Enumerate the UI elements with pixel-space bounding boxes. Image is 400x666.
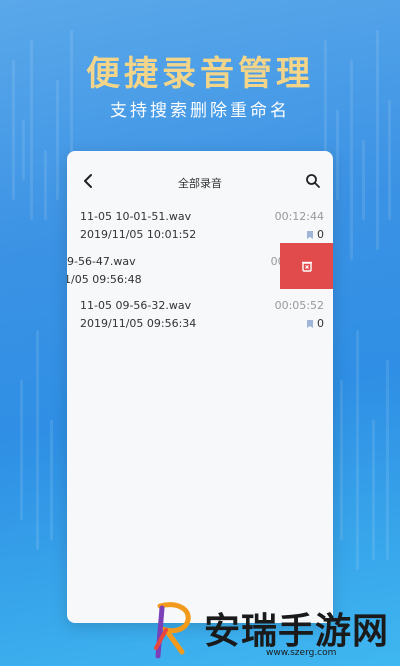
bookmark-count: 0	[317, 228, 324, 241]
watermark-url: www.szerg.com	[266, 648, 337, 658]
bookmark-count-wrap: 0	[307, 228, 324, 241]
delete-button[interactable]	[280, 243, 333, 289]
bookmark-count: 0	[317, 317, 324, 330]
recording-date: 1/05 09:56:48	[67, 273, 142, 286]
watermark-logo: 安瑞手游网 www.szerg.com	[148, 598, 398, 666]
promo-headline: 便捷录音管理	[86, 54, 314, 94]
wave-bar	[362, 140, 365, 220]
recording-duration: 00:05:52	[274, 299, 324, 312]
recording-name: 11-05 09-56-32.wav	[80, 299, 192, 312]
bookmark-icon	[307, 230, 313, 239]
wave-bar	[44, 150, 47, 220]
wave-bar	[22, 120, 25, 180]
recording-item[interactable]: 11-05 09-56-32.wav 2019/11/05 09:56:34 0…	[67, 299, 333, 343]
recording-duration: 00:12:44	[274, 210, 324, 223]
trash-icon	[301, 261, 312, 272]
recording-date: 2019/11/05 09:56:34	[80, 317, 197, 330]
top-bar: 全部录音	[67, 151, 333, 211]
wave-bar	[20, 380, 23, 520]
recording-name: 11-05 10-01-51.wav	[80, 210, 192, 223]
page-title: 全部录音	[178, 177, 222, 190]
recording-date: 2019/11/05 10:01:52	[80, 228, 197, 241]
wave-bar	[50, 420, 53, 540]
search-icon[interactable]	[305, 173, 321, 189]
wave-bar	[386, 360, 389, 560]
bookmark-count-wrap: 0	[307, 317, 324, 330]
wave-bar	[356, 330, 359, 570]
wave-bar	[340, 380, 343, 540]
bookmark-icon	[307, 319, 313, 328]
wave-bar	[36, 330, 39, 550]
phone-screen: 全部录音 11-05 10-01-51.wav 2019/11/05 10:01…	[67, 151, 333, 623]
watermark-brand: 安瑞手游网	[204, 610, 390, 652]
recording-name: 9-56-47.wav	[67, 255, 136, 268]
promo-subline: 支持搜索删除重命名	[110, 101, 290, 121]
brand-logo-icon	[154, 602, 191, 659]
wave-bar	[372, 420, 375, 560]
wave-bar	[336, 110, 339, 200]
recording-content: 9-56-47.wav 1/05 09:56:48 00:05:47 0	[67, 255, 320, 299]
